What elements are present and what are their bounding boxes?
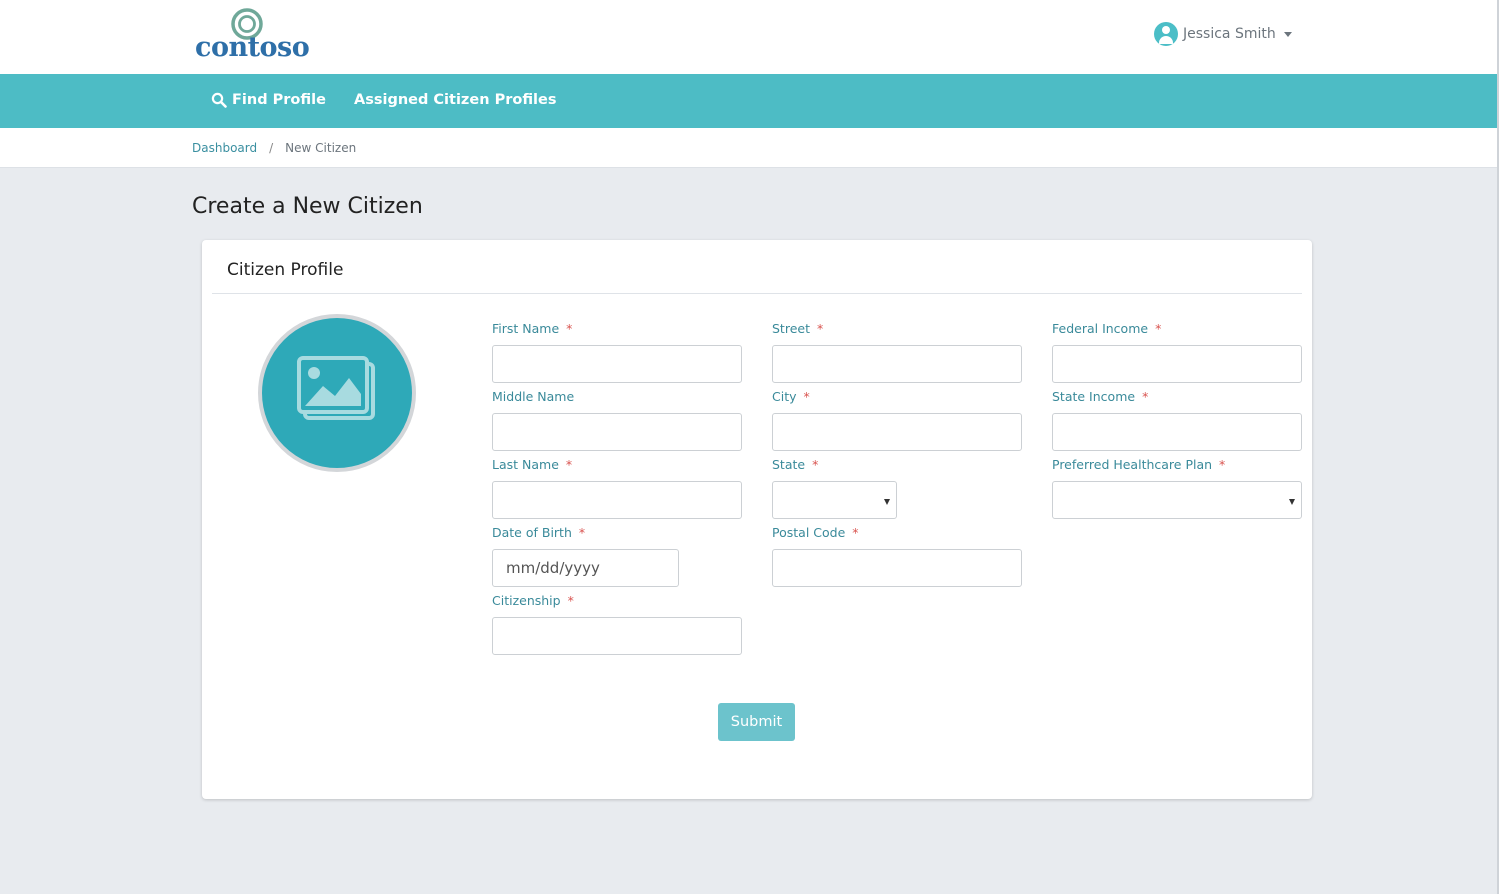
middle-name-label: Middle Name [492, 389, 574, 404]
required-asterisk: * [1219, 457, 1226, 472]
city-input[interactable] [772, 413, 1022, 451]
user-avatar-icon [1154, 22, 1178, 46]
date-of-birth-label-text: Date of Birth [492, 525, 572, 540]
last-name-input[interactable] [492, 481, 742, 519]
required-asterisk: * [578, 525, 586, 540]
dropdown-arrow-icon [884, 499, 890, 505]
city-label-text: City [772, 389, 797, 404]
required-asterisk: * [1142, 389, 1149, 404]
breadcrumb-dashboard-link[interactable]: Dashboard [192, 141, 257, 155]
required-asterisk: * [566, 321, 573, 336]
date-of-birth-input[interactable]: mm/dd/yyyy [492, 549, 679, 587]
middle-name-input[interactable] [492, 413, 742, 451]
state-label-text: State [772, 457, 806, 472]
postal-code-label: Postal Code * [772, 525, 859, 540]
breadcrumb: Dashboard / New Citizen [192, 141, 356, 155]
postal-code-input[interactable] [772, 549, 1022, 587]
date-of-birth-label: Date of Birth * [492, 525, 585, 540]
main-navbar: Find Profile Assigned Citizen Profiles [0, 74, 1497, 128]
citizenship-input[interactable] [492, 617, 742, 655]
required-asterisk: * [852, 525, 859, 540]
page-title: Create a New Citizen [192, 194, 423, 219]
nav-find-profile[interactable]: Find Profile [211, 92, 326, 108]
date-of-birth-placeholder: mm/dd/yyyy [506, 559, 600, 577]
healthcare-plan-label: Preferred Healthcare Plan * [1052, 457, 1225, 472]
submit-button[interactable]: Submit [718, 703, 795, 741]
first-name-input[interactable] [492, 345, 742, 383]
state-select[interactable] [772, 481, 897, 519]
contoso-logo[interactable]: contoso [193, 6, 310, 66]
breadcrumb-current: New Citizen [285, 141, 357, 155]
required-asterisk: * [567, 593, 574, 608]
citizenship-label: Citizenship * [492, 593, 574, 608]
healthcare-plan-label-text: Preferred Healthcare Plan [1052, 457, 1213, 472]
logo-text: contoso [195, 32, 310, 63]
card-title: Citizen Profile [227, 260, 344, 280]
city-label: City * [772, 389, 810, 404]
first-name-label: First Name * [492, 321, 572, 336]
federal-income-label: Federal Income * [1052, 321, 1161, 336]
street-label: Street * [772, 321, 823, 336]
image-placeholder-icon [297, 356, 375, 420]
nav-find-profile-label: Find Profile [232, 92, 326, 108]
profile-photo-upload[interactable] [258, 314, 416, 472]
last-name-label: Last Name * [492, 457, 572, 472]
breadcrumb-bar: Dashboard / New Citizen [0, 128, 1497, 168]
user-menu-dropdown[interactable]: Jessica Smith [1154, 22, 1292, 46]
top-header: contoso Jessica Smith [0, 0, 1497, 74]
search-icon [211, 92, 227, 108]
street-input[interactable] [772, 345, 1022, 383]
required-asterisk: * [565, 457, 573, 472]
healthcare-plan-select[interactable] [1052, 481, 1302, 519]
nav-assigned-citizen-profiles[interactable]: Assigned Citizen Profiles [354, 92, 557, 108]
street-label-text: Street [772, 321, 810, 336]
dropdown-arrow-icon [1289, 499, 1295, 505]
required-asterisk: * [803, 389, 810, 404]
required-asterisk: * [812, 457, 819, 472]
state-income-label: State Income * [1052, 389, 1148, 404]
citizenship-label-text: Citizenship [492, 593, 561, 608]
user-name: Jessica Smith [1183, 26, 1276, 42]
middle-name-label-text: Middle Name [492, 389, 575, 404]
required-asterisk: * [816, 321, 824, 336]
state-income-label-text: State Income [1052, 389, 1136, 404]
first-name-label-text: First Name [492, 321, 560, 336]
caret-down-icon [1283, 31, 1292, 37]
state-label: State * [772, 457, 818, 472]
citizen-profile-card: Citizen Profile First Name * Middle Name … [202, 240, 1312, 799]
state-income-input[interactable] [1052, 413, 1302, 451]
breadcrumb-separator: / [269, 141, 274, 155]
card-divider [212, 293, 1302, 294]
nav-assigned-label: Assigned Citizen Profiles [354, 92, 557, 108]
federal-income-label-text: Federal Income [1052, 321, 1149, 336]
federal-income-input[interactable] [1052, 345, 1302, 383]
postal-code-label-text: Postal Code [772, 525, 846, 540]
last-name-label-text: Last Name [492, 457, 559, 472]
required-asterisk: * [1155, 321, 1162, 336]
